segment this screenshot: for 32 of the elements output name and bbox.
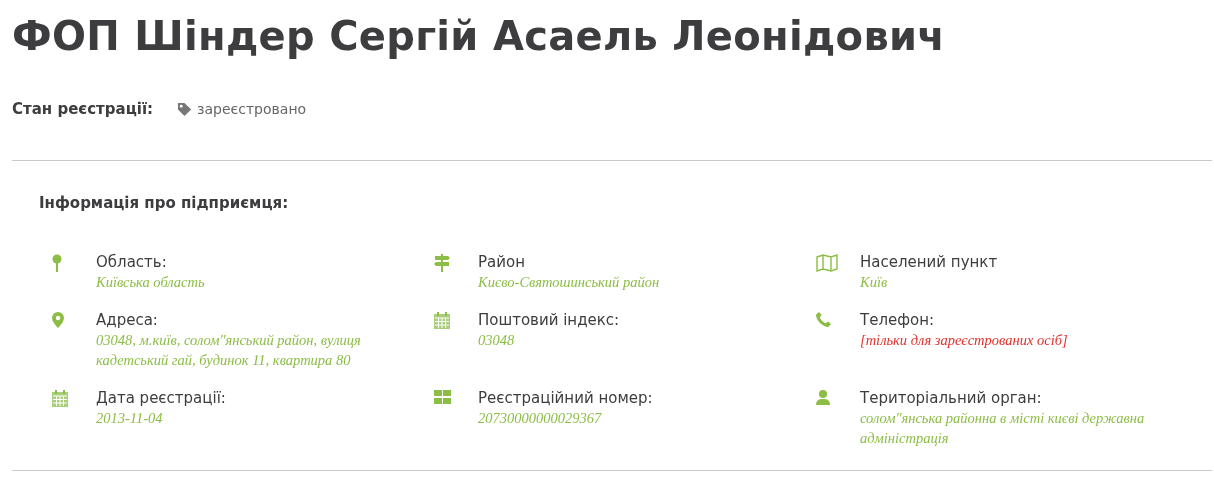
field-label: Поштовий індекс: bbox=[478, 310, 620, 330]
field-value: 03048 bbox=[478, 331, 516, 350]
field-label: Населений пункт bbox=[860, 252, 998, 272]
field-value: Києво-Святошинський район bbox=[478, 273, 660, 292]
field-label: Територіальний орган: bbox=[860, 388, 1043, 408]
field-value: солом"янська районна в місті києві державна адміністрація bbox=[860, 409, 1146, 448]
status-value: зареєстровано bbox=[197, 101, 307, 117]
calendar-icon bbox=[434, 312, 450, 329]
pushpin-icon bbox=[52, 254, 62, 272]
field-label: Реєстраційний номер: bbox=[478, 388, 653, 408]
signpost-icon bbox=[434, 254, 450, 272]
field-value: Київська область bbox=[96, 273, 205, 292]
field-value: 03048, м.київ, солом"янський район, вулиця кадетський гай, будинок 11, квартира 80 bbox=[96, 331, 362, 370]
phone-icon bbox=[816, 312, 831, 327]
section-title: Інформація про підприємця: bbox=[39, 194, 290, 212]
field-label: Дата реєстрації: bbox=[96, 388, 226, 408]
field-value: Київ bbox=[860, 273, 889, 292]
grid-icon bbox=[434, 390, 451, 404]
map-marker-icon bbox=[52, 312, 64, 328]
status-label: Стан реєстрації: bbox=[12, 100, 154, 118]
field-label: Область: bbox=[96, 252, 168, 272]
tag-icon bbox=[177, 101, 193, 117]
field-label: Район bbox=[478, 252, 526, 272]
person-icon bbox=[816, 390, 830, 405]
calendar-icon bbox=[52, 390, 68, 407]
field-label: Адреса: bbox=[96, 310, 159, 330]
field-label: Телефон: bbox=[860, 310, 936, 330]
field-value: 2013-11-04 bbox=[96, 409, 164, 428]
map-icon bbox=[816, 254, 838, 272]
page-title: ФОП Шіндер Сергій Асаель Леонідович bbox=[12, 12, 947, 61]
field-value: 20730000000029367 bbox=[478, 409, 603, 428]
field-value: [тільки для зареєстрованих осіб] bbox=[860, 331, 1068, 350]
